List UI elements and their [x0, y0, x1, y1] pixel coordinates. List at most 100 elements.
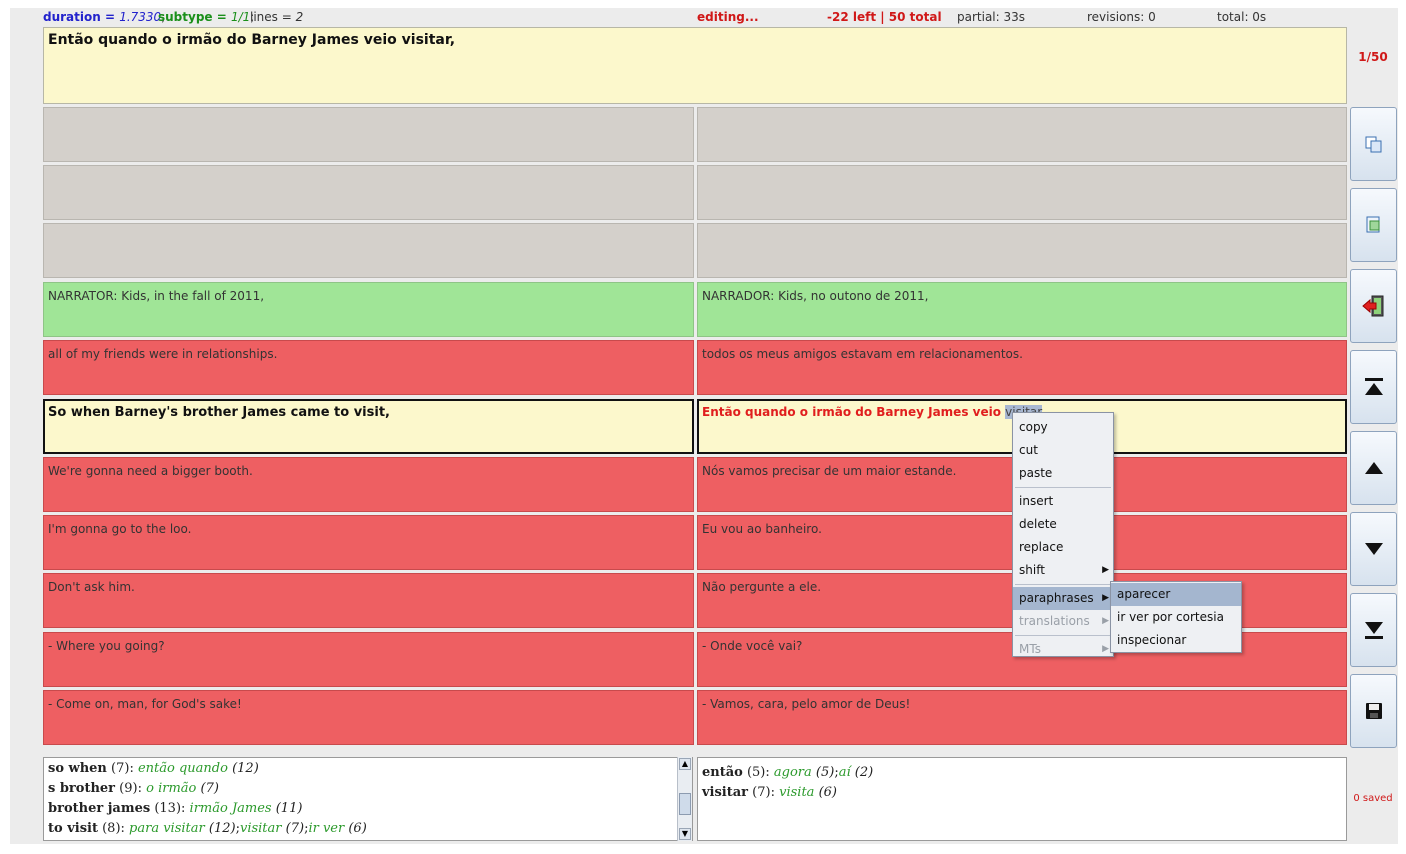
menu-item-paste[interactable]: paste	[1013, 462, 1113, 485]
next-segment-button[interactable]	[1350, 512, 1397, 586]
submenu-arrow-icon: ▶	[1102, 644, 1109, 654]
duration-status: duration = 1.7330;	[43, 10, 166, 24]
copy-source-button[interactable]	[1350, 107, 1397, 181]
source-segment[interactable]	[43, 223, 694, 278]
editing-status: editing...	[697, 10, 759, 24]
translation-count: (11)	[275, 801, 303, 816]
first-icon	[1364, 378, 1383, 395]
source-segment[interactable]: all of my friends were in relationships.	[43, 340, 694, 395]
submenu-item[interactable]: ir ver por cortesia	[1111, 606, 1241, 629]
phrase-translation[interactable]: então quando	[138, 761, 228, 776]
exit-icon	[1361, 295, 1383, 317]
source-segment[interactable]: So when Barney's brother James came to v…	[43, 399, 694, 454]
menu-item-copy[interactable]: copy	[1013, 416, 1113, 439]
source-segment[interactable]: - Come on, man, for God's sake!	[43, 690, 694, 745]
target-segment[interactable]: - Vamos, cara, pelo amor de Deus!	[697, 690, 1347, 745]
source-segment[interactable]: Don't ask him.	[43, 573, 694, 628]
phrase-translation[interactable]: para visitar	[129, 821, 205, 836]
translation-editor[interactable]: Então quando o irmão do Barney James vei…	[43, 27, 1347, 104]
exit-button[interactable]	[1350, 269, 1397, 343]
source-segment[interactable]	[43, 165, 694, 220]
left-total-status: -22 left | 50 total	[827, 10, 942, 24]
phrase-translation[interactable]: irmão James	[190, 801, 272, 816]
phrase-translation[interactable]: agora	[774, 765, 812, 780]
phrase-count: (7)	[111, 761, 130, 776]
target-segment[interactable]	[697, 107, 1347, 162]
translation-count: (7)	[285, 821, 305, 836]
menu-item-replace[interactable]: replace	[1013, 536, 1113, 559]
translation-count: (2)	[854, 765, 874, 780]
phrase-count: (13)	[154, 801, 182, 816]
translation-count: (12)	[232, 761, 259, 776]
saved-status: 0 saved	[1353, 793, 1393, 804]
source-phrase-table: so when (7): então quando (12) s brother …	[43, 757, 693, 841]
phrase-source: so when	[48, 761, 107, 776]
submenu-arrow-icon: ▶	[1102, 565, 1109, 575]
translation-count: (12)	[208, 821, 236, 836]
phrase-entry[interactable]: brother james (13): irmão James (11)	[48, 799, 688, 819]
target-segment[interactable]	[697, 165, 1347, 220]
phrase-source: brother james	[48, 801, 151, 816]
submenu-item[interactable]: inspecionar	[1111, 629, 1241, 652]
target-phrase-table: então (5): agora (5);aí (2) visitar (7): …	[697, 757, 1347, 841]
save-button[interactable]	[1350, 674, 1397, 748]
submenu-arrow-icon: ▶	[1102, 616, 1109, 626]
phrase-entry[interactable]: visitar (7): visita (6)	[702, 783, 1342, 803]
previous-segment-button[interactable]	[1350, 431, 1397, 505]
source-segment[interactable]	[43, 107, 694, 162]
submenu-arrow-icon: ▶	[1102, 593, 1109, 603]
copy-source-icon	[1365, 136, 1381, 153]
target-segment[interactable]: todos os meus amigos estavam em relacion…	[697, 340, 1347, 395]
menu-item-delete[interactable]: delete	[1013, 513, 1113, 536]
translation-count: (7)	[200, 781, 219, 796]
phrase-count: (7)	[752, 785, 771, 800]
phrase-count: (8)	[102, 821, 121, 836]
save-icon	[1365, 703, 1382, 719]
menu-item-cut[interactable]: cut	[1013, 439, 1113, 462]
phrase-scrollbar[interactable]: ▲ ▼	[677, 757, 692, 841]
source-segment[interactable]: We're gonna need a bigger booth.	[43, 457, 694, 512]
menu-item-insert[interactable]: insert	[1013, 490, 1113, 513]
menu-separator	[1015, 635, 1111, 636]
first-segment-button[interactable]	[1350, 350, 1397, 424]
phrase-translation[interactable]: o irmão	[146, 781, 196, 796]
phrase-translation[interactable]: visitar	[240, 821, 282, 836]
phrase-entry[interactable]: então (5): agora (5);aí (2)	[702, 763, 1342, 783]
target-segment[interactable]: NARRADOR: Kids, no outono de 2011,	[697, 282, 1347, 337]
submenu-item[interactable]: aparecer	[1111, 583, 1241, 606]
phrase-translation[interactable]: aí	[839, 765, 851, 780]
menu-item-translations[interactable]: translations ▶	[1013, 610, 1113, 633]
target-segment[interactable]	[697, 223, 1347, 278]
phrase-source: s brother	[48, 781, 116, 796]
phrase-entry[interactable]: to visit (8): para visitar (12);visitar …	[48, 819, 688, 839]
source-segment[interactable]: NARRATOR: Kids, in the fall of 2011,	[43, 282, 694, 337]
translation-count: (6)	[818, 785, 837, 800]
phrase-source: então	[702, 765, 743, 780]
phrase-translation[interactable]: visita	[779, 785, 814, 800]
context-menu: copy cut paste insert delete replace shi…	[1012, 412, 1114, 657]
scroll-thumb[interactable]	[679, 793, 691, 815]
source-segment[interactable]: I'm gonna go to the loo.	[43, 515, 694, 570]
phrase-entry[interactable]: s brother (9): o irmão (7)	[48, 779, 688, 799]
copy-target-icon	[1366, 216, 1379, 233]
translation-count: (6)	[348, 821, 367, 836]
scroll-up-arrow[interactable]: ▲	[679, 758, 691, 770]
copy-target-button[interactable]	[1350, 188, 1397, 262]
translation-count: (5)	[815, 765, 835, 780]
phrase-source: to visit	[48, 821, 98, 836]
menu-item-mts[interactable]: MTs ▶	[1013, 638, 1113, 661]
total-status: total: 0s	[1217, 10, 1267, 24]
revisions-status: revisions: 0	[1087, 10, 1156, 24]
menu-separator	[1015, 487, 1111, 488]
menu-item-shift[interactable]: shift ▶	[1013, 559, 1113, 582]
paraphrase-submenu: aparecer ir ver por cortesia inspecionar	[1110, 581, 1242, 653]
menu-item-paraphrases[interactable]: paraphrases ▶	[1013, 587, 1113, 610]
phrase-translation[interactable]: ir ver	[308, 821, 344, 836]
scroll-down-arrow[interactable]: ▼	[679, 828, 691, 840]
target-text[interactable]: Então quando o irmão do Barney James vei…	[702, 405, 1005, 419]
last-segment-button[interactable]	[1350, 593, 1397, 667]
source-segment[interactable]: - Where you going?	[43, 632, 694, 687]
lines-status: lines = 2	[250, 10, 304, 24]
phrase-entry[interactable]: so when (7): então quando (12)	[48, 759, 688, 779]
down-icon	[1364, 543, 1383, 555]
